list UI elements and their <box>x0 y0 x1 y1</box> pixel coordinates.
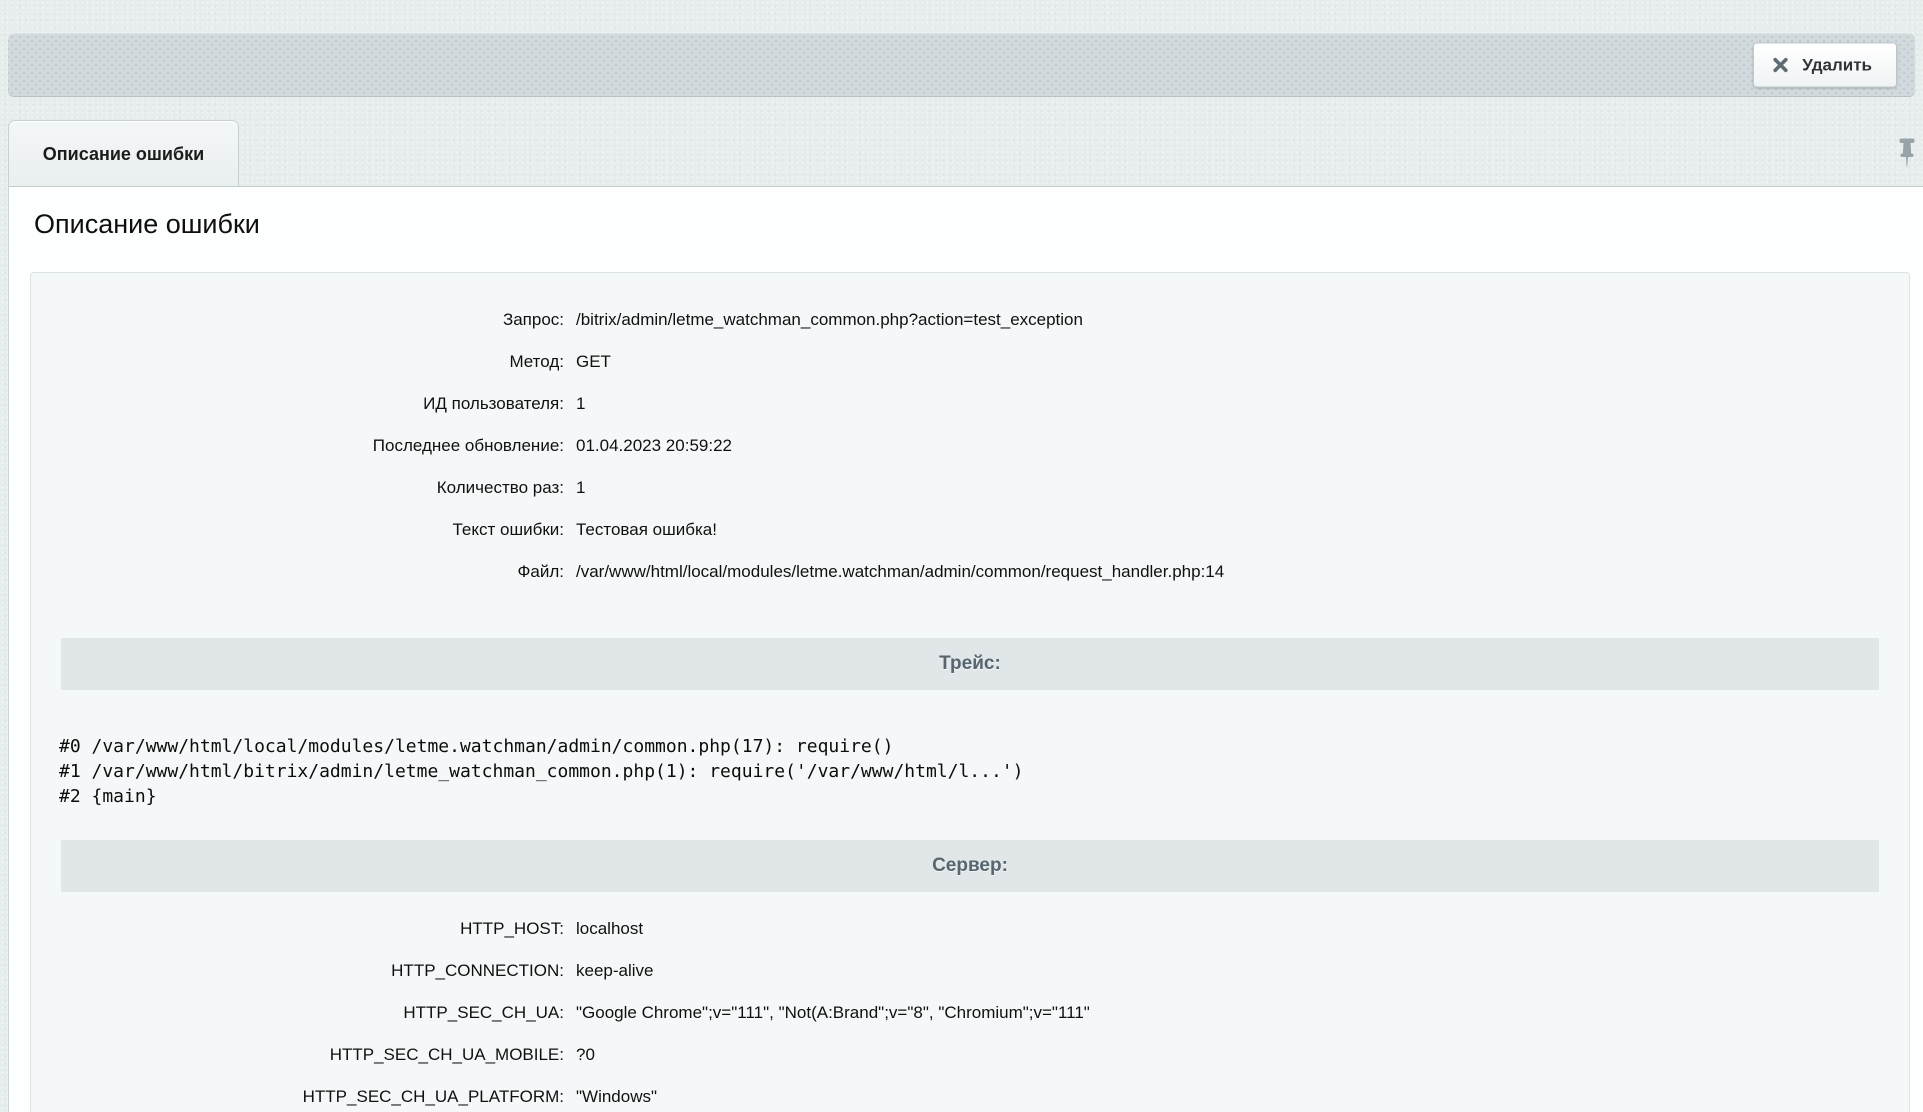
tabs-row: Описание ошибки <box>0 120 1923 186</box>
trace-section-header: Трейс: <box>61 638 1879 690</box>
detail-label: Количество раз: <box>31 478 564 498</box>
detail-row-count: Количество раз: 1 <box>31 467 1909 509</box>
action-toolbar: Удалить <box>8 33 1915 97</box>
server-section-header: Сервер: <box>61 840 1879 892</box>
server-label: HTTP_HOST: <box>31 919 564 939</box>
detail-row-method: Метод: GET <box>31 341 1909 383</box>
server-table: HTTP_HOST: localhost HTTP_CONNECTION: ke… <box>31 892 1909 1112</box>
detail-row-request: Запрос: /bitrix/admin/letme_watchman_com… <box>31 299 1909 341</box>
server-value: "Windows" <box>564 1087 657 1107</box>
tab-label: Описание ошибки <box>43 144 204 165</box>
detail-value: /var/www/html/local/modules/letme.watchm… <box>564 562 1224 582</box>
content-area: Описание ошибки Запрос: /bitrix/admin/le… <box>8 186 1923 1112</box>
detail-label: ИД пользователя: <box>31 394 564 414</box>
detail-row-last-update: Последнее обновление: 01.04.2023 20:59:2… <box>31 425 1909 467</box>
detail-label: Текст ошибки: <box>31 520 564 540</box>
trace-line: #1 /var/www/html/bitrix/admin/letme_watc… <box>59 759 1909 784</box>
server-value: keep-alive <box>564 961 654 981</box>
trace-stack-text: #0 /var/www/html/local/modules/letme.wat… <box>59 734 1909 809</box>
detail-value: 01.04.2023 20:59:22 <box>564 436 732 456</box>
pin-button[interactable] <box>1896 137 1918 171</box>
error-detail-panel: Запрос: /bitrix/admin/letme_watchman_com… <box>30 272 1910 1112</box>
server-row-sec-ch-ua-platform: HTTP_SEC_CH_UA_PLATFORM: "Windows" <box>31 1076 1909 1112</box>
detail-row-user-id: ИД пользователя: 1 <box>31 383 1909 425</box>
detail-row-error-text: Текст ошибки: Тестовая ошибка! <box>31 509 1909 551</box>
server-label: HTTP_SEC_CH_UA_MOBILE: <box>31 1045 564 1065</box>
server-row-sec-ch-ua-mobile: HTTP_SEC_CH_UA_MOBILE: ?0 <box>31 1034 1909 1076</box>
detail-value: Тестовая ошибка! <box>564 520 717 540</box>
detail-label: Последнее обновление: <box>31 436 564 456</box>
server-label: HTTP_CONNECTION: <box>31 961 564 981</box>
server-label: HTTP_SEC_CH_UA_PLATFORM: <box>31 1087 564 1107</box>
detail-row-file: Файл: /var/www/html/local/modules/letme.… <box>31 551 1909 593</box>
server-value: ?0 <box>564 1045 595 1065</box>
detail-label: Файл: <box>31 562 564 582</box>
detail-value: /bitrix/admin/letme_watchman_common.php?… <box>564 310 1083 330</box>
server-value: "Google Chrome";v="111", "Not(A:Brand";v… <box>564 1003 1090 1023</box>
trace-line: #0 /var/www/html/local/modules/letme.wat… <box>59 734 1909 759</box>
server-label: HTTP_SEC_CH_UA: <box>31 1003 564 1023</box>
delete-button[interactable]: Удалить <box>1753 43 1897 88</box>
tab-error-description[interactable]: Описание ошибки <box>8 120 239 187</box>
detail-label: Запрос: <box>31 310 564 330</box>
detail-value: 1 <box>564 478 585 498</box>
detail-label: Метод: <box>31 352 564 372</box>
server-row-http-connection: HTTP_CONNECTION: keep-alive <box>31 950 1909 992</box>
delete-button-label: Удалить <box>1802 55 1872 75</box>
detail-value: 1 <box>564 394 585 414</box>
bitrix-admin-error-page: { "toolbar": { "delete_label": "Удалить"… <box>0 0 1923 1112</box>
server-row-http-host: HTTP_HOST: localhost <box>31 908 1909 950</box>
pushpin-icon <box>1896 137 1918 172</box>
server-row-sec-ch-ua: HTTP_SEC_CH_UA: "Google Chrome";v="111",… <box>31 992 1909 1034</box>
trace-line: #2 {main} <box>59 784 1909 809</box>
close-x-icon <box>1772 57 1789 74</box>
details-table: Запрос: /bitrix/admin/letme_watchman_com… <box>31 273 1909 593</box>
page-title: Описание ошибки <box>9 187 1923 240</box>
server-value: localhost <box>564 919 643 939</box>
detail-value: GET <box>564 352 611 372</box>
